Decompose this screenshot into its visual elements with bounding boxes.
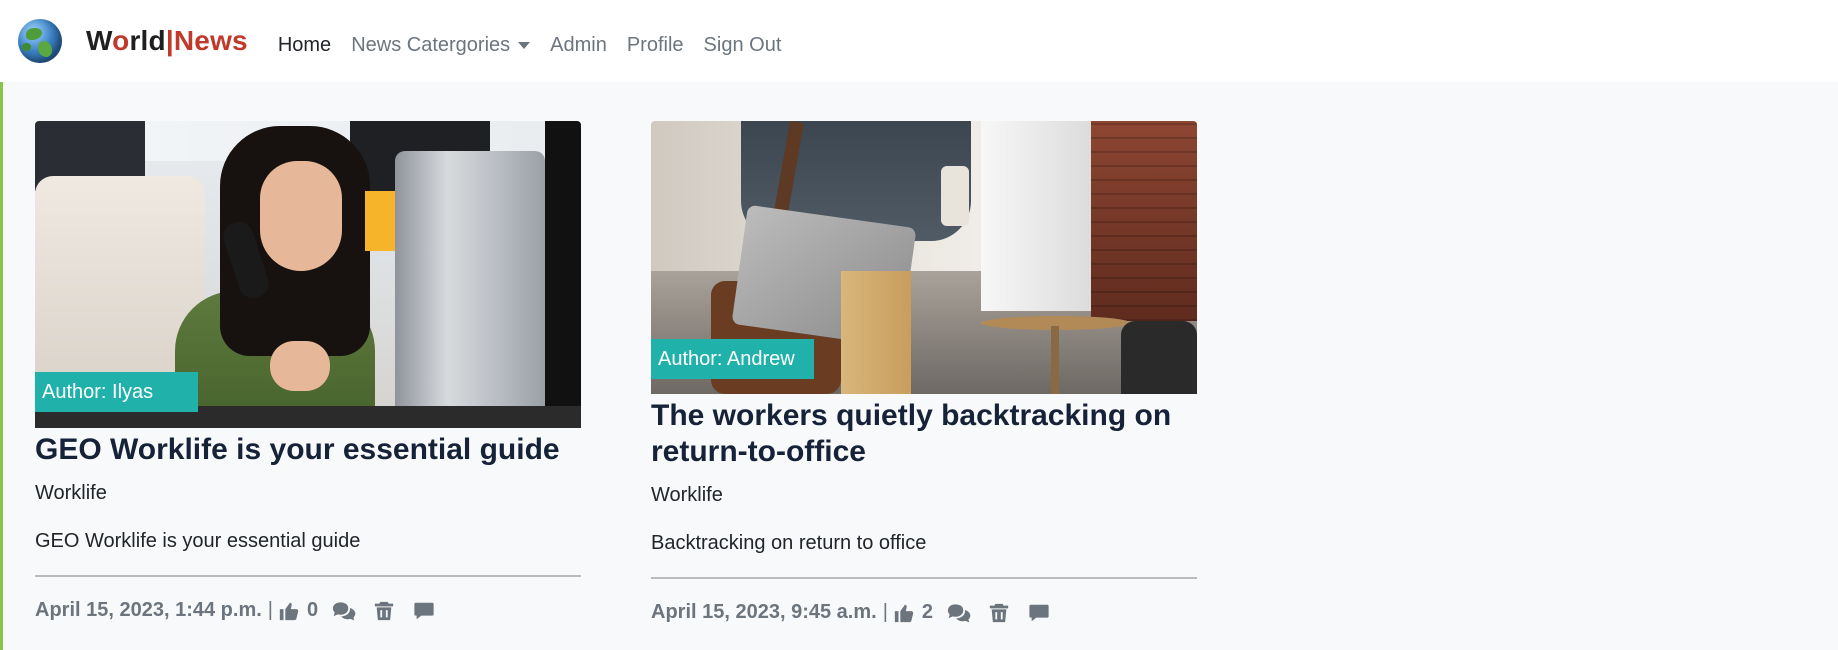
like-count: 2 xyxy=(921,601,934,623)
nav-profile[interactable]: Profile xyxy=(627,34,684,57)
article-meta: April 15, 2023, 9:45 a.m. | 2 xyxy=(651,601,1197,624)
top-navbar: World|News Home News Catergories Admin P… xyxy=(0,0,1838,82)
article-image[interactable]: Author: Andrew xyxy=(651,121,1197,394)
article-image[interactable]: Author: Ilyas xyxy=(35,121,581,428)
message-icon[interactable] xyxy=(412,600,436,622)
article-meta: April 15, 2023, 1:44 p.m. | 0 xyxy=(35,599,581,622)
thumbs-up-icon[interactable] xyxy=(892,602,916,624)
article-card: Author: Ilyas GEO Worklife is your essen… xyxy=(35,121,581,622)
article-date: April 15, 2023, 1:44 p.m. xyxy=(35,599,262,621)
author-badge: Author: Ilyas xyxy=(35,372,198,412)
article-title[interactable]: GEO Worklife is your essential guide xyxy=(35,432,581,468)
meta-separator: | xyxy=(882,601,888,623)
trash-icon[interactable] xyxy=(987,602,1011,624)
globe-logo-icon[interactable] xyxy=(18,19,62,63)
article-category: Worklife xyxy=(35,482,107,504)
article-category: Worklife xyxy=(651,484,723,506)
brand-logo[interactable]: World|News xyxy=(86,25,248,57)
nav-admin[interactable]: Admin xyxy=(550,34,607,57)
article-card: Author: Andrew The workers quietly backt… xyxy=(651,121,1197,624)
article-date: April 15, 2023, 9:45 a.m. xyxy=(651,601,877,623)
trash-icon[interactable] xyxy=(372,600,396,622)
meta-separator: | xyxy=(267,599,273,621)
article-title[interactable]: The workers quietly backtracking on retu… xyxy=(651,398,1197,470)
author-badge: Author: Andrew xyxy=(651,339,814,379)
nav-home[interactable]: Home xyxy=(278,34,331,57)
page-left-border xyxy=(0,0,3,650)
divider xyxy=(35,575,581,577)
comments-icon[interactable] xyxy=(332,600,356,622)
nav-news-categories-dropdown[interactable]: News Catergories xyxy=(351,33,531,57)
caret-down-icon xyxy=(518,41,531,49)
nav-news-categories-label: News Catergories xyxy=(351,33,511,56)
nav-sign-out[interactable]: Sign Out xyxy=(704,34,782,57)
article-description: Backtracking on return to office xyxy=(651,532,927,554)
like-count: 0 xyxy=(306,599,319,621)
divider xyxy=(651,577,1197,579)
nav-links: Home News Catergories Admin Profile Sign… xyxy=(278,34,802,57)
comments-icon[interactable] xyxy=(947,602,971,624)
message-icon[interactable] xyxy=(1027,602,1051,624)
thumbs-up-icon[interactable] xyxy=(277,600,301,622)
article-description: GEO Worklife is your essential guide xyxy=(35,530,361,552)
